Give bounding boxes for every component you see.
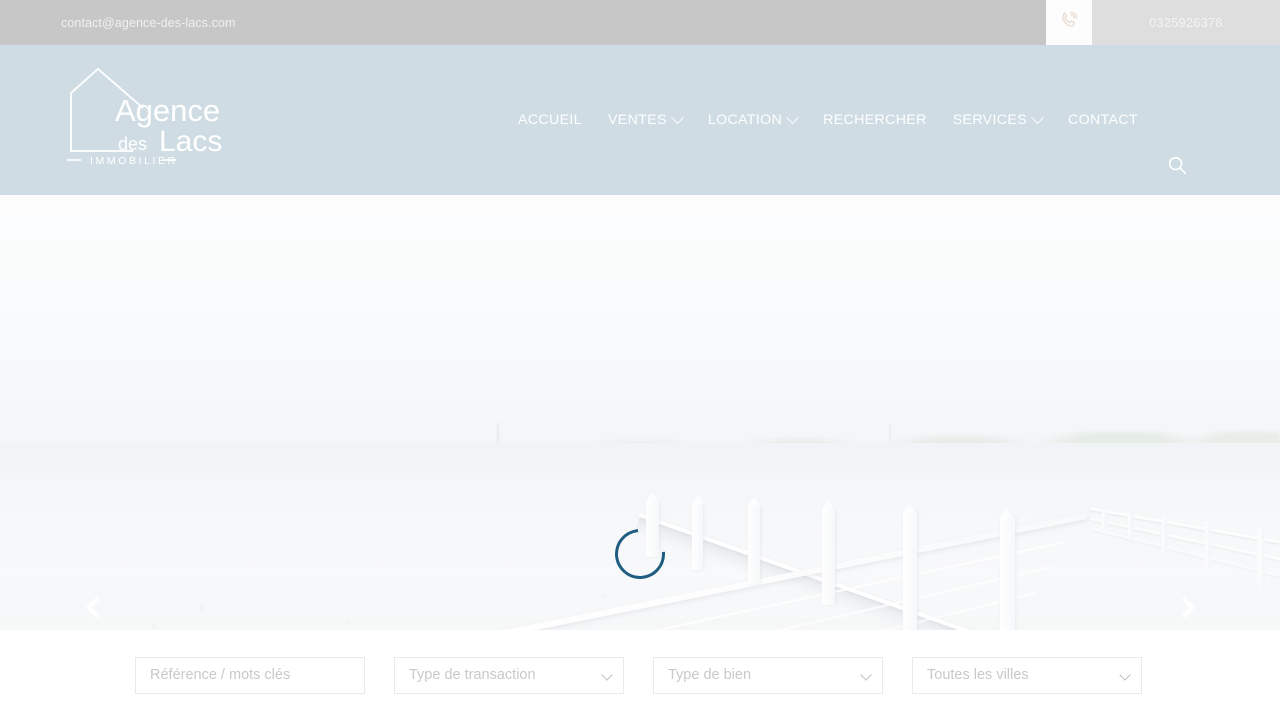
transaction-type-value: Type de transaction	[409, 667, 536, 683]
nav-label: LOCATION	[707, 112, 783, 128]
nav-item-location[interactable]: LOCATION	[695, 110, 810, 128]
nav-item-accueil[interactable]: ACCUEIL	[505, 112, 595, 128]
main-navigation: ACCUEIL VENTES LOCATION RECHERCHER SERVI…	[505, 45, 1151, 195]
contact-email[interactable]: contact@agence-des-lacs.com	[61, 16, 236, 30]
transaction-type-select[interactable]: Type de transaction	[394, 656, 624, 694]
search-keywords-input[interactable]: Référence / mots clés	[135, 656, 365, 694]
search-keywords-placeholder: Référence / mots clés	[150, 667, 291, 683]
city-select[interactable]: Toutes les villes	[912, 656, 1142, 694]
top-bar: contact@agence-des-lacs.com 0325926378	[0, 0, 1280, 45]
svg-text:IMMOBILIER: IMMOBILIER	[90, 155, 178, 167]
chevron-right-icon	[1173, 596, 1195, 618]
chevron-left-icon	[85, 596, 107, 618]
nav-item-ventes[interactable]: VENTES	[595, 110, 695, 128]
chevron-down-icon	[601, 668, 613, 681]
top-bar-contact-group: 0325926378	[1046, 0, 1280, 45]
chevron-down-icon	[860, 668, 872, 681]
svg-text:Lacs: Lacs	[159, 125, 222, 158]
chevron-down-icon	[670, 110, 684, 124]
chevron-down-icon	[1119, 668, 1131, 681]
chevron-down-icon	[786, 110, 799, 124]
site-header: Agence des Lacs IMMOBILIER ACCUEIL VENTE…	[0, 45, 1280, 195]
nav-item-services[interactable]: SERVICES	[940, 110, 1055, 128]
hero-carousel[interactable]: VOTRE RECHERCHE	[0, 195, 1280, 630]
svg-text:Agence: Agence	[115, 93, 220, 128]
nav-label: SERVICES	[952, 112, 1028, 128]
phone-ring-icon	[1059, 10, 1079, 35]
site-logo[interactable]: Agence des Lacs IMMOBILIER	[63, 63, 293, 178]
chevron-down-icon	[1031, 110, 1044, 124]
property-type-value: Type de bien	[668, 667, 752, 683]
nav-label: RECHERCHER	[823, 112, 927, 128]
phone-icon-button[interactable]	[1046, 0, 1092, 45]
city-value: Toutes les villes	[927, 667, 1029, 683]
nav-item-rechercher[interactable]: RECHERCHER	[810, 112, 940, 128]
nav-label: VENTES	[607, 112, 667, 128]
svg-text:des: des	[118, 134, 147, 154]
property-type-select[interactable]: Type de bien	[653, 656, 883, 694]
carousel-next-button[interactable]	[1164, 587, 1204, 627]
search-icon[interactable]	[1166, 154, 1188, 176]
carousel-prev-button[interactable]	[76, 587, 116, 627]
nav-item-contact[interactable]: CONTACT	[1055, 112, 1151, 128]
property-search-panel: Référence / mots clés Type de transactio…	[85, 630, 1195, 720]
nav-label: CONTACT	[1068, 112, 1138, 128]
nav-label: ACCUEIL	[518, 112, 582, 128]
phone-number[interactable]: 0325926378	[1092, 0, 1280, 45]
